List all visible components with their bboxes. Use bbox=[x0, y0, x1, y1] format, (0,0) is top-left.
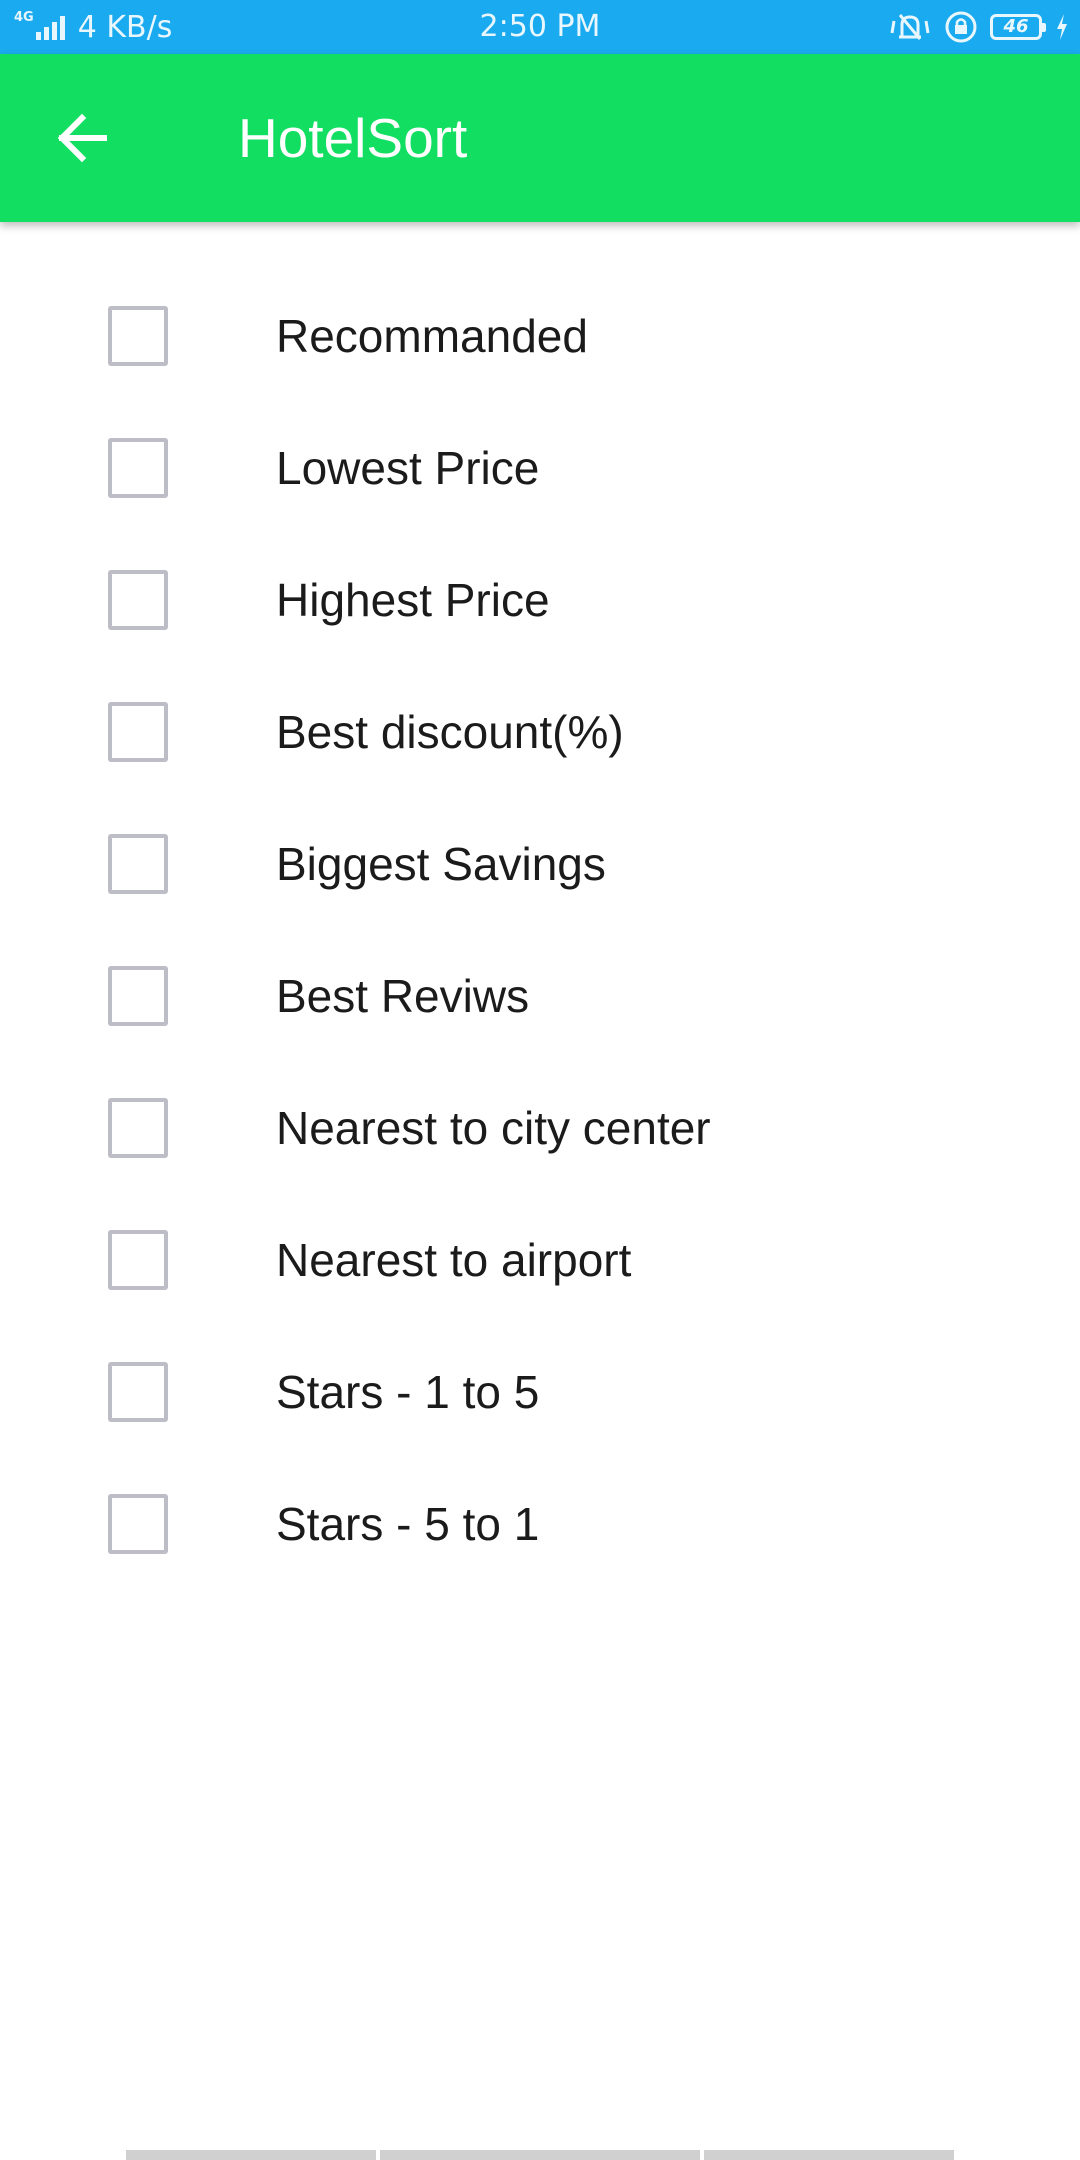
sort-option-label: Nearest to city center bbox=[276, 1102, 711, 1154]
sort-option-best-discount[interactable]: Best discount(%) bbox=[0, 684, 1080, 816]
sort-option-stars-ascending[interactable]: Stars - 1 to 5 bbox=[0, 1344, 1080, 1476]
sort-option-label: Stars - 5 to 1 bbox=[276, 1498, 540, 1550]
page-title: HotelSort bbox=[238, 107, 468, 169]
sort-option-biggest-savings[interactable]: Biggest Savings bbox=[0, 816, 1080, 948]
vibrate-icon bbox=[888, 11, 932, 43]
checkbox[interactable] bbox=[108, 570, 168, 630]
checkbox[interactable] bbox=[108, 834, 168, 894]
battery-icon: 46 bbox=[990, 14, 1046, 40]
back-button[interactable] bbox=[44, 100, 120, 176]
sort-option-label: Lowest Price bbox=[276, 442, 540, 494]
status-bar: 4G 4 KB/s 2:50 PM 46 bbox=[0, 0, 1080, 54]
sort-option-best-reviews[interactable]: Best Reviws bbox=[0, 948, 1080, 1080]
checkbox[interactable] bbox=[108, 306, 168, 366]
sort-option-lowest-price[interactable]: Lowest Price bbox=[0, 420, 1080, 552]
checkbox[interactable] bbox=[108, 1362, 168, 1422]
sort-options-list: Recommanded Lowest Price Highest Price B… bbox=[0, 288, 1080, 1608]
rotation-lock-icon bbox=[944, 10, 978, 44]
bottom-scroll-indicator bbox=[126, 2150, 958, 2160]
checkbox[interactable] bbox=[108, 1230, 168, 1290]
sort-option-label: Best discount(%) bbox=[276, 706, 624, 758]
status-right: 46 bbox=[876, 0, 1070, 54]
sort-option-nearest-city-center[interactable]: Nearest to city center bbox=[0, 1080, 1080, 1212]
checkbox[interactable] bbox=[108, 438, 168, 498]
sort-option-recommended[interactable]: Recommanded bbox=[0, 288, 1080, 420]
sort-option-label: Highest Price bbox=[276, 574, 550, 626]
sort-option-stars-descending[interactable]: Stars - 5 to 1 bbox=[0, 1476, 1080, 1608]
app-bar: HotelSort bbox=[0, 54, 1080, 222]
sort-option-label: Biggest Savings bbox=[276, 838, 606, 890]
checkbox[interactable] bbox=[108, 702, 168, 762]
battery-level: 46 bbox=[990, 14, 1046, 40]
checkbox[interactable] bbox=[108, 966, 168, 1026]
arrow-back-icon bbox=[57, 113, 107, 163]
sort-option-label: Stars - 1 to 5 bbox=[276, 1366, 540, 1418]
checkbox[interactable] bbox=[108, 1494, 168, 1554]
sort-option-label: Recommanded bbox=[276, 310, 588, 362]
sort-option-highest-price[interactable]: Highest Price bbox=[0, 552, 1080, 684]
sort-option-nearest-airport[interactable]: Nearest to airport bbox=[0, 1212, 1080, 1344]
sort-option-label: Best Reviws bbox=[276, 970, 530, 1022]
charging-icon bbox=[1054, 12, 1070, 42]
checkbox[interactable] bbox=[108, 1098, 168, 1158]
sort-option-label: Nearest to airport bbox=[276, 1234, 632, 1286]
